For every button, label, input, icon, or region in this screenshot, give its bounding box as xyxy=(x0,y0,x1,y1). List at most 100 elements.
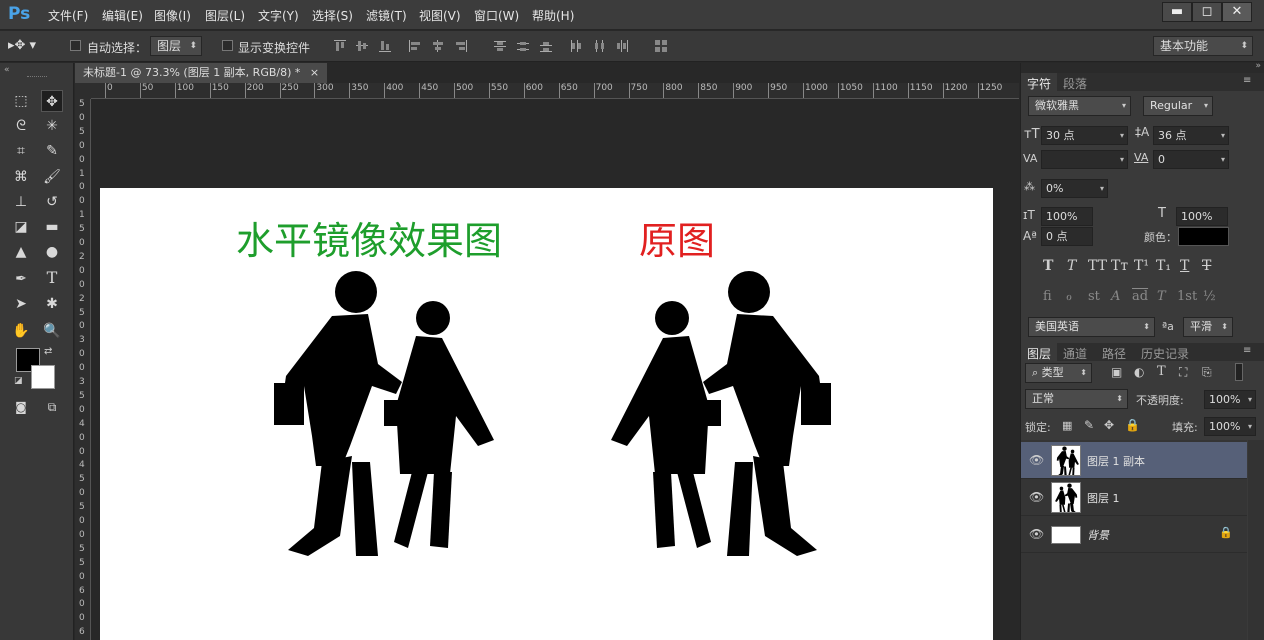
font-size-field[interactable]: 30 点 ▾ xyxy=(1041,126,1128,145)
show-transform-checkbox[interactable] xyxy=(222,40,233,51)
history-brush-tool-icon[interactable]: ↺ xyxy=(41,191,63,213)
visibility-eye-icon[interactable]: 👁 xyxy=(1029,527,1044,541)
superscript-button[interactable]: T¹ xyxy=(1134,258,1149,274)
default-colors-icon[interactable]: ◪ xyxy=(14,376,23,386)
tsume-field[interactable]: 0% ▾ xyxy=(1041,179,1108,198)
tab-paths[interactable]: 路径 xyxy=(1102,345,1126,362)
stylistic-alternates-button[interactable]: ad xyxy=(1132,289,1148,304)
language-select[interactable]: 美国英语 ⬍ xyxy=(1028,317,1155,337)
minimize-button[interactable]: ▬ xyxy=(1162,2,1192,22)
align-right-icon[interactable] xyxy=(454,39,468,53)
all-caps-button[interactable]: TT xyxy=(1088,258,1107,274)
healing-brush-tool-icon[interactable]: ⌘ xyxy=(10,166,32,188)
tab-history[interactable]: 历史记录 xyxy=(1141,345,1189,362)
collapse-icon[interactable]: « xyxy=(4,65,10,75)
subscript-button[interactable]: T₁ xyxy=(1156,258,1171,274)
marquee-tool-icon[interactable]: ⬚ xyxy=(10,90,32,112)
underline-button[interactable]: T xyxy=(1180,258,1189,274)
menu-window[interactable]: 窗口(W) xyxy=(474,7,519,24)
text-color-swatch[interactable] xyxy=(1178,227,1229,246)
leading-field[interactable]: 36 点 ▾ xyxy=(1153,126,1229,145)
menu-file[interactable]: 文件(F) xyxy=(48,7,88,24)
workspace-dropdown[interactable]: 基本功能 ⬍ xyxy=(1153,36,1253,56)
visibility-eye-icon[interactable]: 👁 xyxy=(1029,453,1044,467)
layer-row[interactable]: 👁 图层 1 xyxy=(1021,479,1247,516)
maximize-button[interactable]: ◻ xyxy=(1192,2,1222,22)
lock-transparent-icon[interactable]: ▦ xyxy=(1062,419,1072,432)
distribute-right-icon[interactable] xyxy=(615,39,629,53)
filter-toggle[interactable] xyxy=(1235,363,1243,381)
titling-alternates-button[interactable]: T xyxy=(1157,289,1166,304)
old-style-button[interactable]: ℴ xyxy=(1066,289,1072,304)
faux-italic-button[interactable]: T xyxy=(1067,258,1076,274)
quick-mask-icon[interactable]: ◙ xyxy=(10,396,32,418)
distribute-bottom-icon[interactable] xyxy=(539,39,553,53)
type-tool-icon[interactable]: T xyxy=(41,268,63,290)
move-tool-icon[interactable]: ✥ xyxy=(41,90,63,112)
auto-align-icon[interactable] xyxy=(654,39,668,53)
eyedropper-tool-icon[interactable]: ✎ xyxy=(41,140,63,162)
opacity-field[interactable]: 100% ▾ xyxy=(1204,390,1256,409)
baseline-shift-field[interactable]: 0 点 xyxy=(1041,227,1093,246)
tab-character[interactable]: 字符 xyxy=(1021,73,1058,91)
font-family-select[interactable]: 微软雅黑 ▾ xyxy=(1028,96,1131,116)
menu-edit[interactable]: 编辑(E) xyxy=(102,7,143,24)
screen-mode-icon[interactable]: ⧉ xyxy=(41,396,63,418)
distribute-vcenter-icon[interactable] xyxy=(516,39,530,53)
dodge-tool-icon[interactable]: ● xyxy=(41,241,63,263)
distribute-hcenter-icon[interactable] xyxy=(592,39,606,53)
menu-layer[interactable]: 图层(L) xyxy=(205,7,245,24)
align-left-icon[interactable] xyxy=(408,39,422,53)
filter-smart-object-icon[interactable]: ⎘ xyxy=(1202,365,1212,380)
menu-filter[interactable]: 滤镜(T) xyxy=(366,7,407,24)
eraser-tool-icon[interactable]: ◪ xyxy=(10,216,32,238)
faux-bold-button[interactable]: T xyxy=(1043,258,1053,274)
menu-image[interactable]: 图像(I) xyxy=(154,7,191,24)
auto-select-checkbox[interactable] xyxy=(70,40,81,51)
filter-adjustment-icon[interactable]: ◐ xyxy=(1134,365,1144,379)
swap-colors-icon[interactable]: ⇄ xyxy=(44,346,52,357)
antialias-select[interactable]: 平滑 ⬍ xyxy=(1183,317,1233,337)
path-selection-tool-icon[interactable]: ➤ xyxy=(10,293,32,315)
brush-tool-icon[interactable]: 🖌 xyxy=(41,166,63,188)
font-style-select[interactable]: Regular ▾ xyxy=(1143,96,1213,116)
hand-tool-icon[interactable]: ✋ xyxy=(10,320,32,342)
layer-row[interactable]: 👁 背景 🔒 xyxy=(1021,516,1247,553)
vertical-scale-field[interactable]: 100% xyxy=(1041,207,1093,226)
layers-panel-menu-icon[interactable]: ≡ xyxy=(1243,345,1251,356)
panel-grip[interactable] xyxy=(27,76,47,78)
gradient-tool-icon[interactable]: ▬ xyxy=(41,216,63,238)
expand-panels-icon[interactable]: » xyxy=(1255,61,1261,71)
swash-button[interactable]: A xyxy=(1111,289,1120,304)
menu-view[interactable]: 视图(V) xyxy=(419,7,461,24)
blend-mode-select[interactable]: 正常 ⬍ xyxy=(1025,389,1128,409)
fill-field[interactable]: 100% ▾ xyxy=(1204,417,1256,436)
background-color-swatch[interactable] xyxy=(31,365,55,389)
layers-scrollbar[interactable] xyxy=(1248,440,1264,640)
move-tool-preset-icon[interactable]: ▸✥ ▾ xyxy=(8,38,44,56)
menu-type[interactable]: 文字(Y) xyxy=(258,7,299,24)
document-canvas[interactable]: 水平镜像效果图 原图 xyxy=(100,188,993,640)
ligatures-button[interactable]: fi xyxy=(1043,289,1052,304)
zoom-tool-icon[interactable]: 🔍 xyxy=(41,320,63,342)
custom-shape-tool-icon[interactable]: ✱ xyxy=(41,293,63,315)
visibility-eye-icon[interactable]: 👁 xyxy=(1029,490,1044,504)
align-top-icon[interactable] xyxy=(333,39,347,53)
pen-tool-icon[interactable]: ✒ xyxy=(10,268,32,290)
discretionary-ligatures-button[interactable]: st xyxy=(1088,289,1100,304)
tab-paragraph[interactable]: 段落 xyxy=(1063,75,1087,92)
menu-select[interactable]: 选择(S) xyxy=(312,7,353,24)
menu-help[interactable]: 帮助(H) xyxy=(532,7,574,24)
distribute-top-icon[interactable] xyxy=(493,39,507,53)
layer-row[interactable]: 👁 图层 1 副本 xyxy=(1021,442,1247,479)
small-caps-button[interactable]: Tт xyxy=(1111,258,1128,274)
ordinals-button[interactable]: 1st xyxy=(1177,289,1197,304)
filter-pixel-icon[interactable]: ▣ xyxy=(1111,365,1122,379)
close-tab-icon[interactable]: × xyxy=(310,66,319,79)
align-vcenter-icon[interactable] xyxy=(355,39,369,53)
crop-tool-icon[interactable]: ⌗ xyxy=(10,140,32,162)
lock-all-icon[interactable]: 🔒 xyxy=(1125,418,1140,432)
auto-select-dropdown[interactable]: 图层 ⬍ xyxy=(150,36,202,56)
clone-stamp-tool-icon[interactable]: ⊥ xyxy=(10,191,32,213)
horizontal-scale-field[interactable]: 100% xyxy=(1176,207,1228,226)
